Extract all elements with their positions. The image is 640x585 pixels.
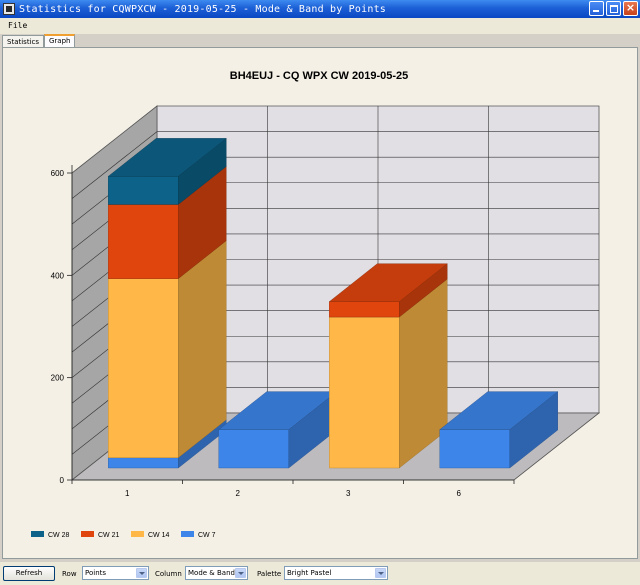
bottom-toolbar: Refresh Row Points Column Mode & Band Pa…: [0, 562, 640, 585]
legend-label: CW 7: [198, 532, 216, 539]
chevron-down-icon[interactable]: [136, 568, 147, 578]
refresh-button[interactable]: Refresh: [3, 566, 55, 581]
bar-cw14-3-front: [329, 316, 400, 469]
chart-legend: CW 28 CW 21 CW 14 CW 7: [31, 531, 216, 539]
palette-label: Palette: [257, 570, 282, 578]
close-button[interactable]: ×: [623, 1, 638, 16]
minimize-icon: [593, 10, 599, 12]
x-tick-label: 2: [236, 489, 241, 498]
maximize-button[interactable]: [606, 1, 621, 16]
y-tick-label: 400: [51, 271, 65, 280]
x-tick-label: 1: [125, 489, 130, 498]
chart-plot-area: 0 200 400 600 1 2 3 6: [51, 105, 601, 498]
menu-file[interactable]: File: [8, 21, 27, 30]
graph-panel: BH4EUJ - CQ WPX CW 2019-05-25 0 200 400 600…: [2, 47, 638, 559]
palette-select-value: Bright Pastel: [287, 569, 332, 577]
legend-label: CW 14: [148, 532, 170, 539]
column-select-value: Mode & Band: [188, 569, 235, 577]
legend-swatch: [31, 531, 44, 537]
legend-swatch: [181, 531, 194, 537]
x-tick-label: 6: [457, 489, 462, 498]
row-label: Row: [62, 570, 77, 578]
bar-cw7-6-front: [439, 429, 510, 469]
bar-cw14-1-front: [108, 278, 179, 458]
y-tick-label: 0: [60, 476, 65, 485]
bar-cw28-1-front: [108, 176, 179, 205]
window-title: Statistics for CQWPXCW - 2019-05-25 - Mo…: [19, 3, 387, 15]
column-select[interactable]: Mode & Band: [185, 566, 248, 580]
legend-label: CW 28: [48, 532, 70, 539]
bar-cw7-2-front: [218, 429, 289, 469]
minimize-button[interactable]: [589, 1, 604, 16]
tab-strip: Statistics Graph: [2, 34, 76, 48]
row-select-value: Points: [85, 569, 107, 577]
chevron-down-icon[interactable]: [375, 568, 386, 578]
bar-cw7-1-front: [108, 457, 179, 469]
legend-swatch: [81, 531, 94, 537]
palette-select[interactable]: Bright Pastel: [284, 566, 388, 580]
bar-chart: BH4EUJ - CQ WPX CW 2019-05-25 0 200 400 600…: [31, 70, 601, 539]
app-icon: [3, 3, 15, 15]
window-controls: ×: [589, 1, 638, 16]
title-bar: Statistics for CQWPXCW - 2019-05-25 - Mo…: [0, 0, 640, 18]
maximize-icon: [610, 5, 618, 13]
close-icon: ×: [625, 1, 636, 14]
legend-swatch: [131, 531, 144, 537]
tab-graph[interactable]: Graph: [44, 34, 76, 48]
y-tick-label: 200: [51, 374, 65, 383]
chevron-down-icon[interactable]: [235, 568, 246, 578]
chart-title: BH4EUJ - CQ WPX CW 2019-05-25: [230, 70, 409, 82]
bar-cw21-3-front: [329, 301, 400, 318]
bar-cw21-1-front: [108, 204, 179, 279]
bar-cw14-1-side: [178, 240, 227, 459]
legend-label: CW 21: [98, 532, 120, 539]
x-tick-label: 3: [346, 489, 351, 498]
row-select[interactable]: Points: [82, 566, 149, 580]
y-tick-label: 600: [51, 169, 65, 178]
menu-bar: File: [0, 18, 640, 34]
column-label: Column: [155, 570, 182, 578]
